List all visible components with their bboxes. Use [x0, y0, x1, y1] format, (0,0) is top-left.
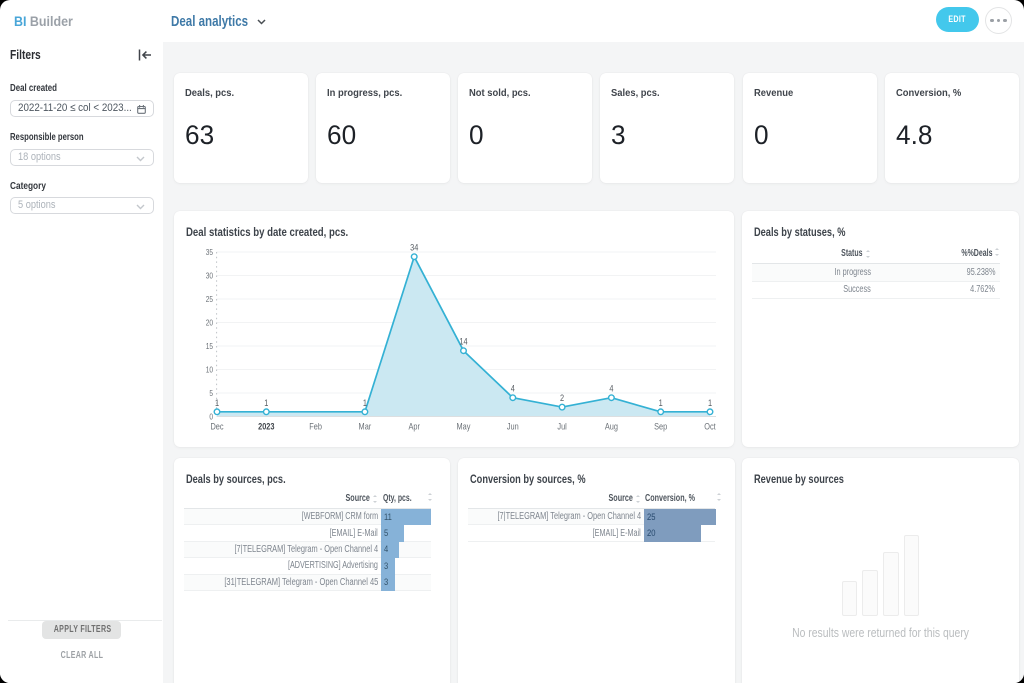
svg-text:Oct: Oct [704, 422, 716, 432]
svg-text:Jul: Jul [557, 422, 567, 432]
svg-text:34: 34 [410, 243, 419, 253]
svg-text:5: 5 [209, 388, 213, 398]
svg-text:0: 0 [209, 412, 213, 422]
svg-text:1: 1 [264, 398, 268, 408]
svg-text:Jun: Jun [507, 422, 519, 432]
svg-text:35: 35 [206, 247, 213, 257]
svg-text:25: 25 [206, 294, 213, 304]
svg-text:2023: 2023 [258, 422, 275, 432]
svg-text:1: 1 [708, 398, 712, 408]
svg-text:Aug: Aug [605, 422, 618, 432]
svg-text:30: 30 [206, 271, 213, 281]
svg-text:20: 20 [206, 318, 213, 328]
svg-text:Dec: Dec [210, 422, 223, 432]
svg-text:Feb: Feb [309, 422, 322, 432]
svg-text:15: 15 [206, 341, 213, 351]
svg-text:1: 1 [215, 398, 219, 408]
svg-text:10: 10 [206, 365, 213, 375]
svg-text:4: 4 [609, 384, 613, 394]
svg-text:May: May [457, 422, 472, 432]
svg-text:1: 1 [659, 398, 663, 408]
svg-text:2: 2 [560, 393, 564, 403]
svg-text:14: 14 [459, 337, 468, 347]
svg-text:Sep: Sep [654, 422, 667, 432]
svg-text:Apr: Apr [408, 422, 420, 432]
svg-text:Mar: Mar [359, 422, 372, 432]
svg-text:4: 4 [511, 384, 515, 394]
svg-text:1: 1 [363, 398, 367, 408]
